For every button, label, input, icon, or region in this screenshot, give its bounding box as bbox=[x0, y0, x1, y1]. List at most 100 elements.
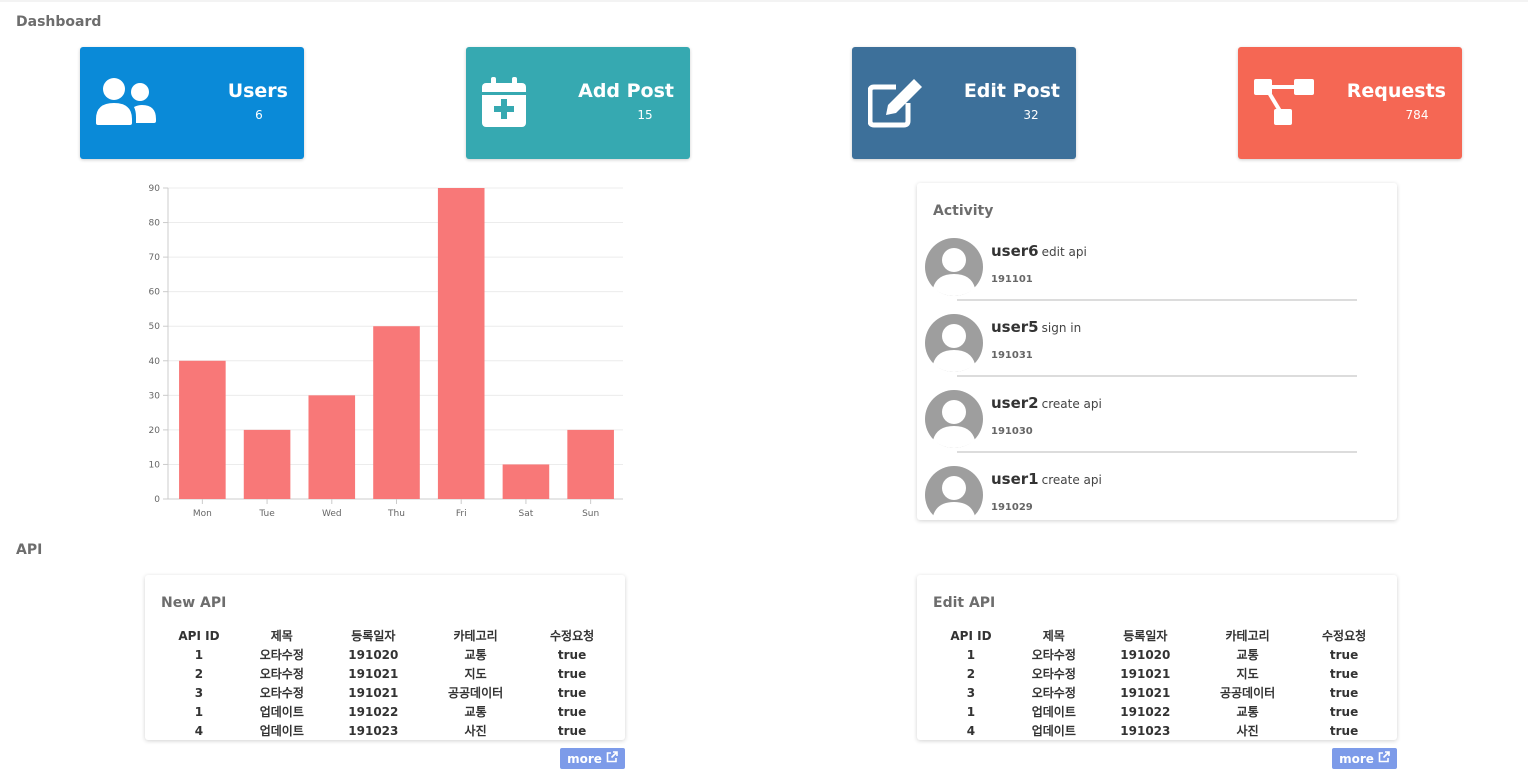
table-cell: 업데이트 bbox=[1031, 705, 1076, 719]
bar-sun bbox=[567, 429, 614, 499]
table-row[interactable]: 4 업데이트 191023 사진 true bbox=[931, 721, 1387, 740]
table-row[interactable]: 1 업데이트 191022 교통 true bbox=[159, 702, 615, 721]
bar-thu bbox=[373, 326, 420, 499]
table-cell: 4 bbox=[194, 723, 204, 738]
table-header-row: API ID 제목 등록일자 카테고리 수정요청 bbox=[159, 626, 615, 645]
column-header: 등록일자 bbox=[1123, 629, 1168, 643]
table-cell: true bbox=[1329, 666, 1359, 681]
activity-date: 191031 bbox=[991, 350, 1033, 361]
table-cell: 오타수정 bbox=[259, 686, 304, 700]
table-cell: 191020 bbox=[348, 647, 399, 662]
bar-tue bbox=[243, 429, 291, 499]
activity-panel: Activity user6 edit api 191101 user5 sign … bbox=[917, 183, 1397, 520]
table-cell: 4 bbox=[966, 723, 976, 738]
y-tick-label: 60 bbox=[149, 288, 161, 298]
edit-api-table: API ID 제목 등록일자 카테고리 수정요청 1 오타수정 191020 교… bbox=[931, 626, 1387, 740]
activity-item[interactable]: user1 create api 191029 bbox=[925, 466, 1355, 520]
column-header: 제목 bbox=[1042, 629, 1065, 643]
new-api-title: New API bbox=[161, 595, 227, 611]
column-header: 수정요청 bbox=[550, 629, 595, 643]
table-cell: 오타수정 bbox=[259, 667, 304, 681]
bar-sat bbox=[502, 464, 550, 499]
avatar-icon bbox=[925, 238, 983, 296]
add-post-card-count: 15 bbox=[637, 108, 653, 122]
table-cell: 교통 bbox=[464, 705, 487, 719]
users-card[interactable]: Users 6 bbox=[80, 47, 304, 159]
table-cell: 3 bbox=[966, 685, 976, 700]
table-cell: true bbox=[557, 685, 587, 700]
column-header: API ID bbox=[950, 628, 992, 643]
table-cell: 191021 bbox=[1120, 666, 1171, 681]
table-cell: 업데이트 bbox=[259, 705, 304, 719]
table-cell: true bbox=[1329, 647, 1359, 662]
edit-api-more-button[interactable]: more bbox=[1332, 748, 1397, 769]
table-cell: 오타수정 bbox=[259, 648, 304, 662]
y-tick-label: 20 bbox=[149, 426, 161, 436]
new-api-more-button[interactable]: more bbox=[560, 748, 625, 769]
table-row[interactable]: 1 업데이트 191022 교통 true bbox=[931, 702, 1387, 721]
activity-user: user5 bbox=[991, 318, 1039, 336]
table-cell: 공공데이터 bbox=[447, 686, 504, 700]
table-cell: 업데이트 bbox=[259, 724, 304, 738]
add-post-card-title: Add Post bbox=[578, 80, 674, 102]
table-cell: 오타수정 bbox=[1031, 686, 1076, 700]
table-row[interactable]: 2 오타수정 191021 지도 true bbox=[931, 664, 1387, 683]
new-api-table: API ID 제목 등록일자 카테고리 수정요청 1 오타수정 191020 교… bbox=[159, 626, 615, 740]
table-cell: 1 bbox=[194, 647, 204, 662]
table-cell: 1 bbox=[966, 704, 976, 719]
activity-title: Activity bbox=[933, 203, 994, 219]
y-tick-label: 30 bbox=[149, 391, 161, 401]
activity-item[interactable]: user6 edit api 191101 bbox=[925, 238, 1355, 298]
edit-post-card-count: 32 bbox=[1023, 108, 1039, 122]
table-cell: 지도 bbox=[1236, 667, 1259, 681]
table-cell: 교통 bbox=[464, 648, 487, 662]
table-row[interactable]: 3 오타수정 191021 공공데이터 true bbox=[159, 683, 615, 702]
edit-api-panel: Edit API API ID 제목 등록일자 카테고리 수정요청 1 오타수정… bbox=[917, 575, 1397, 740]
table-row[interactable]: 1 오타수정 191020 교통 true bbox=[159, 645, 615, 664]
table-row[interactable]: 4 업데이트 191023 사진 true bbox=[159, 721, 615, 740]
y-tick-label: 90 bbox=[149, 184, 161, 194]
table-row[interactable]: 3 오타수정 191021 공공데이터 true bbox=[931, 683, 1387, 702]
edit-post-card-title: Edit Post bbox=[963, 80, 1060, 102]
table-cell: 191022 bbox=[1120, 704, 1171, 719]
x-tick-label: Sat bbox=[519, 509, 534, 519]
activity-separator bbox=[957, 451, 1357, 453]
calendar-plus-icon bbox=[482, 77, 544, 131]
table-cell: 오타수정 bbox=[1031, 667, 1076, 681]
column-header: 등록일자 bbox=[351, 629, 396, 643]
more-label: more bbox=[567, 751, 602, 766]
x-tick-label: Fri bbox=[456, 509, 467, 519]
table-cell: 업데이트 bbox=[1031, 724, 1076, 738]
add-post-card[interactable]: Add Post 15 bbox=[466, 47, 690, 159]
edit-post-card[interactable]: Edit Post 32 bbox=[852, 47, 1076, 159]
activity-date: 191030 bbox=[991, 426, 1033, 437]
users-card-title: Users bbox=[227, 80, 288, 102]
activity-user: user2 bbox=[991, 394, 1039, 412]
column-header: 카테고리 bbox=[1225, 629, 1270, 643]
table-cell: 교통 bbox=[1236, 705, 1259, 719]
table-cell: 2 bbox=[194, 666, 204, 681]
x-tick-label: Sun bbox=[582, 509, 599, 519]
activity-user: user1 bbox=[991, 470, 1039, 488]
table-row[interactable]: 1 오타수정 191020 교통 true bbox=[931, 645, 1387, 664]
table-cell: true bbox=[557, 666, 587, 681]
bar-wed bbox=[308, 395, 356, 499]
bar-fri bbox=[437, 188, 485, 499]
y-tick-label: 80 bbox=[149, 219, 161, 229]
column-header: API ID bbox=[178, 628, 220, 643]
table-cell: 191021 bbox=[348, 685, 399, 700]
table-cell: true bbox=[1329, 723, 1359, 738]
activity-action: edit api bbox=[1041, 245, 1087, 259]
bar-chart-svg: 0 10 20 30 40 50 60 70 80 90 Mon Tue Wed Thu Fri Sat Sun bbox=[149, 184, 623, 519]
activity-action: create api bbox=[1041, 473, 1102, 487]
x-tick-label: Thu bbox=[387, 509, 405, 519]
requests-card[interactable]: Requests 784 bbox=[1238, 47, 1462, 159]
activity-item[interactable]: user5 sign in 191031 bbox=[925, 314, 1355, 374]
activity-item[interactable]: user2 create api 191030 bbox=[925, 390, 1355, 450]
table-cell: 오타수정 bbox=[1031, 648, 1076, 662]
table-row[interactable]: 2 오타수정 191021 지도 true bbox=[159, 664, 615, 683]
requests-card-title: Requests bbox=[1346, 80, 1446, 102]
y-tick-label: 50 bbox=[149, 322, 161, 332]
x-tick-label: Mon bbox=[193, 509, 212, 519]
table-cell: 191020 bbox=[1120, 647, 1171, 662]
